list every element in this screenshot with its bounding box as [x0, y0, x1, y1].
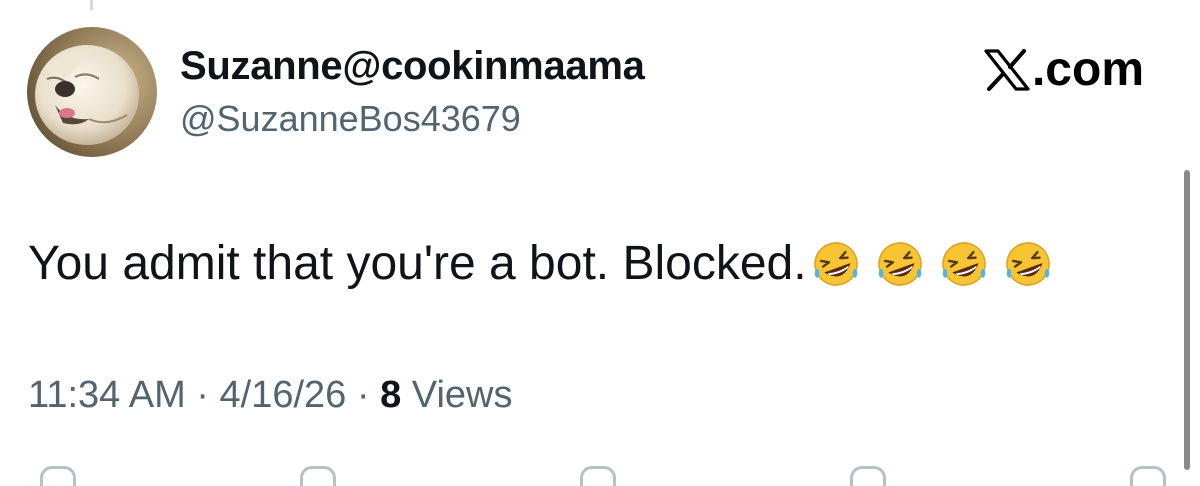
- meta-separator: ·: [196, 374, 209, 416]
- tweet-text-content: You admit that you're a bot. Blocked.: [28, 237, 807, 290]
- thread-connector-line: [90, 0, 93, 10]
- x-logo-icon: [984, 48, 1030, 91]
- author-handle[interactable]: @SuzanneBos43679: [180, 98, 521, 140]
- tweet-time[interactable]: 11:34 AM: [28, 374, 186, 416]
- scrollbar[interactable]: [1184, 170, 1190, 470]
- rolling-on-floor-laughing-emoji-icon: [1005, 241, 1050, 286]
- views-count: 8: [380, 374, 402, 416]
- views-label: Views: [411, 374, 513, 416]
- like-icon[interactable]: [580, 466, 616, 486]
- reply-icon[interactable]: [40, 466, 76, 486]
- tweet-metadata: 11:34 AM · 4/16/26 · 8 Views: [28, 374, 512, 417]
- rolling-on-floor-laughing-emoji-icon: [813, 241, 858, 286]
- avatar[interactable]: [27, 27, 157, 157]
- share-icon[interactable]: [1130, 466, 1166, 486]
- tweet-date[interactable]: 4/16/26: [220, 374, 347, 416]
- action-bar: [0, 458, 1200, 486]
- source-watermark: .com: [984, 42, 1144, 97]
- repost-icon[interactable]: [300, 466, 336, 486]
- rolling-on-floor-laughing-emoji-icon: [877, 241, 922, 286]
- bulldog-avatar-image: [27, 27, 157, 157]
- source-label: .com: [1031, 43, 1144, 96]
- meta-separator: ·: [356, 374, 370, 416]
- tweet-text: You admit that you're a bot. Blocked.: [28, 236, 1067, 291]
- emoji-row: [811, 239, 1067, 289]
- bookmark-icon[interactable]: [850, 466, 886, 486]
- rolling-on-floor-laughing-emoji-icon: [941, 241, 986, 286]
- author-display-name[interactable]: Suzanne@cookinmaama: [180, 44, 645, 89]
